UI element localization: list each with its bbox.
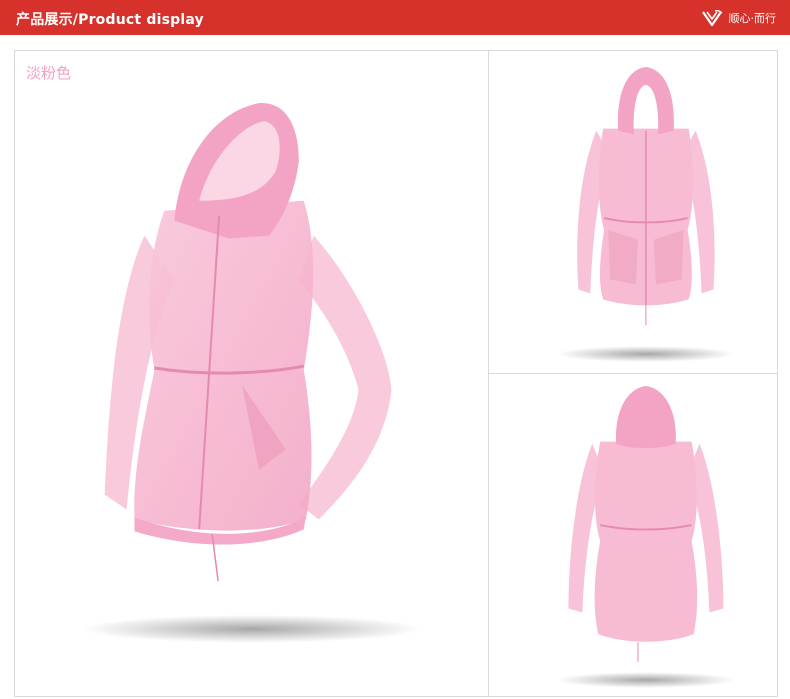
jacket-angled-view-image (82, 103, 422, 643)
section-title: 产品展示/Product display (16, 12, 204, 28)
jacket-back-view-image (556, 386, 736, 688)
brand-slogan: 顺心·而行 (728, 12, 777, 25)
header-bar: 产品展示/Product display 顺心·而行 (0, 0, 790, 35)
jacket-front-view-image (556, 67, 736, 362)
main-product-photo: 淡粉色 (14, 50, 489, 697)
front-product-photo (488, 50, 778, 374)
v-shield-logo-icon (701, 9, 722, 27)
back-product-photo (488, 373, 778, 697)
brand-logo-group: 顺心·而行 (701, 8, 777, 28)
color-name-label: 淡粉色 (26, 64, 72, 82)
